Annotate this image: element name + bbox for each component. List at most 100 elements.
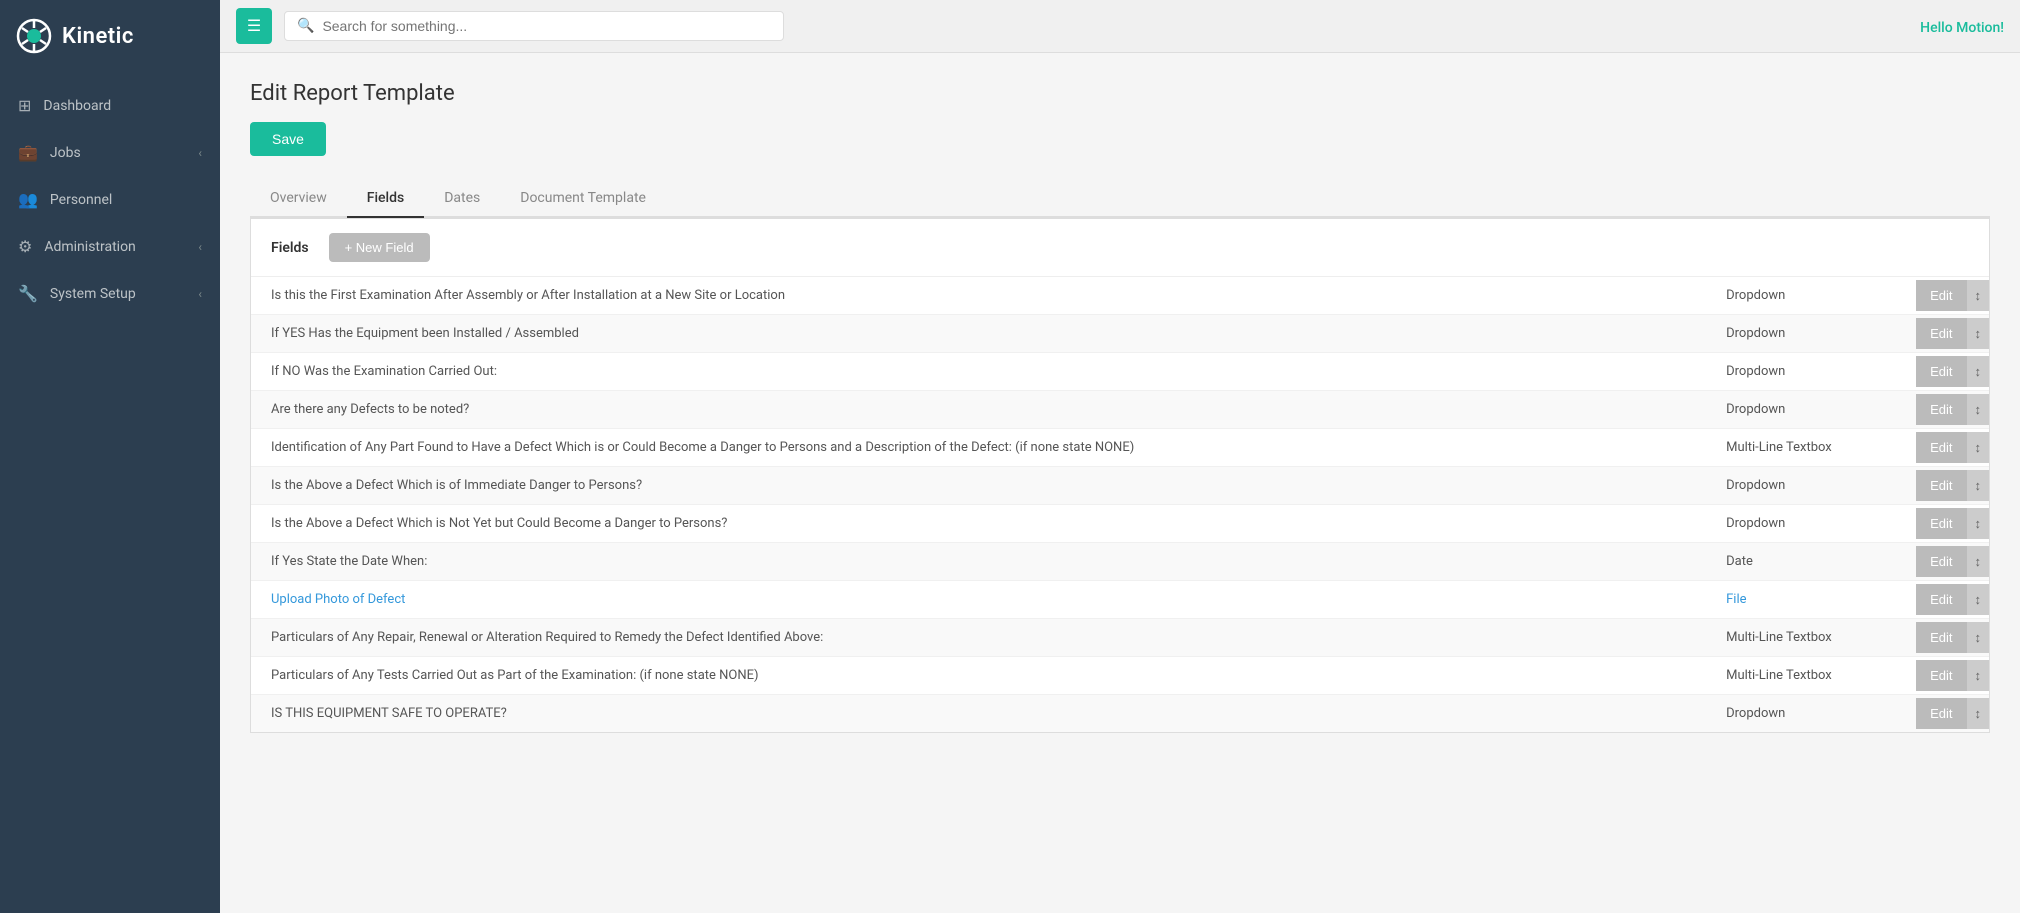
- field-type: Dropdown: [1716, 391, 1916, 428]
- sort-button[interactable]: ↕: [1967, 508, 1990, 539]
- field-type: Dropdown: [1716, 467, 1916, 504]
- edit-button[interactable]: Edit: [1916, 318, 1966, 349]
- fields-header: Fields + New Field: [251, 219, 1989, 277]
- sort-button[interactable]: ↕: [1967, 470, 1990, 501]
- sidebar-item-personnel[interactable]: 👥 Personnel: [0, 176, 220, 223]
- content: Edit Report Template Save Overview Field…: [220, 53, 2020, 913]
- table-row: If YES Has the Equipment been Installed …: [251, 315, 1989, 353]
- edit-button[interactable]: Edit: [1916, 546, 1966, 577]
- sidebar-item-label: System Setup: [50, 286, 186, 302]
- field-type: Dropdown: [1716, 315, 1916, 352]
- table-row: Identification of Any Part Found to Have…: [251, 429, 1989, 467]
- table-row: Is the Above a Defect Which is of Immedi…: [251, 467, 1989, 505]
- field-name: If NO Was the Examination Carried Out:: [251, 353, 1716, 390]
- field-name: IS THIS EQUIPMENT SAFE TO OPERATE?: [251, 695, 1716, 732]
- field-actions: Edit↕: [1916, 470, 1989, 501]
- save-button[interactable]: Save: [250, 122, 326, 156]
- tab-fields[interactable]: Fields: [347, 180, 424, 218]
- edit-button[interactable]: Edit: [1916, 394, 1966, 425]
- field-actions: Edit↕: [1916, 280, 1989, 311]
- field-actions: Edit↕: [1916, 318, 1989, 349]
- field-actions: Edit↕: [1916, 660, 1989, 691]
- table-row: Are there any Defects to be noted?Dropdo…: [251, 391, 1989, 429]
- field-name: Is the Above a Defect Which is of Immedi…: [251, 467, 1716, 504]
- search-bar: 🔍: [284, 11, 784, 41]
- field-type: Dropdown: [1716, 277, 1916, 314]
- chevron-icon: ‹: [198, 240, 202, 254]
- sidebar-item-label: Dashboard: [43, 98, 202, 114]
- field-actions: Edit↕: [1916, 508, 1989, 539]
- sidebar: Kinetic ⊞ Dashboard 💼 Jobs ‹ 👥 Personnel…: [0, 0, 220, 913]
- sidebar-item-administration[interactable]: ⚙ Administration ‹: [0, 223, 220, 270]
- tab-dates[interactable]: Dates: [424, 180, 500, 218]
- grid-icon: ⊞: [18, 96, 31, 115]
- field-name: Upload Photo of Defect: [251, 581, 1716, 618]
- table-row: If Yes State the Date When:DateEdit↕: [251, 543, 1989, 581]
- sort-button[interactable]: ↕: [1967, 546, 1990, 577]
- field-type: Date: [1716, 543, 1916, 580]
- field-actions: Edit↕: [1916, 432, 1989, 463]
- tabs: Overview Fields Dates Document Template: [250, 180, 1990, 218]
- new-field-button[interactable]: + New Field: [329, 233, 430, 262]
- edit-button[interactable]: Edit: [1916, 584, 1966, 615]
- settings-icon: ⚙: [18, 237, 32, 256]
- field-type: Dropdown: [1716, 505, 1916, 542]
- sort-button[interactable]: ↕: [1967, 432, 1990, 463]
- table-row: IS THIS EQUIPMENT SAFE TO OPERATE?Dropdo…: [251, 695, 1989, 732]
- page-title: Edit Report Template: [250, 81, 1990, 106]
- main-area: ☰ 🔍 Hello Motion! Edit Report Template S…: [220, 0, 2020, 913]
- field-name: Is this the First Examination After Asse…: [251, 277, 1716, 314]
- field-actions: Edit↕: [1916, 584, 1989, 615]
- app-name: Kinetic: [62, 24, 134, 49]
- field-name: Identification of Any Part Found to Have…: [251, 429, 1716, 466]
- tab-document-template[interactable]: Document Template: [500, 180, 666, 218]
- logo: Kinetic: [0, 0, 220, 72]
- edit-button[interactable]: Edit: [1916, 280, 1966, 311]
- sidebar-item-dashboard[interactable]: ⊞ Dashboard: [0, 82, 220, 129]
- logo-icon: [16, 18, 52, 54]
- sort-button[interactable]: ↕: [1967, 622, 1990, 653]
- edit-button[interactable]: Edit: [1916, 470, 1966, 501]
- table-row: Is the Above a Defect Which is Not Yet b…: [251, 505, 1989, 543]
- sort-button[interactable]: ↕: [1967, 698, 1990, 729]
- field-type: File: [1716, 581, 1916, 618]
- field-actions: Edit↕: [1916, 698, 1989, 729]
- topbar: ☰ 🔍 Hello Motion!: [220, 0, 2020, 53]
- fields-section-label: Fields: [271, 240, 309, 256]
- edit-button[interactable]: Edit: [1916, 660, 1966, 691]
- chevron-icon: ‹: [198, 287, 202, 301]
- tab-overview[interactable]: Overview: [250, 180, 347, 218]
- wrench-icon: 🔧: [18, 284, 38, 303]
- field-actions: Edit↕: [1916, 622, 1989, 653]
- field-name: If YES Has the Equipment been Installed …: [251, 315, 1716, 352]
- sidebar-item-label: Jobs: [50, 145, 186, 161]
- field-name: If Yes State the Date When:: [251, 543, 1716, 580]
- sort-button[interactable]: ↕: [1967, 660, 1990, 691]
- field-actions: Edit↕: [1916, 356, 1989, 387]
- edit-button[interactable]: Edit: [1916, 698, 1966, 729]
- edit-button[interactable]: Edit: [1916, 508, 1966, 539]
- sort-button[interactable]: ↕: [1967, 394, 1990, 425]
- field-name: Is the Above a Defect Which is Not Yet b…: [251, 505, 1716, 542]
- sidebar-item-jobs[interactable]: 💼 Jobs ‹: [0, 129, 220, 176]
- field-actions: Edit↕: [1916, 394, 1989, 425]
- edit-button[interactable]: Edit: [1916, 622, 1966, 653]
- edit-button[interactable]: Edit: [1916, 432, 1966, 463]
- sort-button[interactable]: ↕: [1967, 280, 1990, 311]
- table-section: Fields + New Field Is this the First Exa…: [250, 218, 1990, 733]
- sidebar-item-system-setup[interactable]: 🔧 System Setup ‹: [0, 270, 220, 317]
- sort-button[interactable]: ↕: [1967, 584, 1990, 615]
- field-type: Multi-Line Textbox: [1716, 619, 1916, 656]
- chevron-icon: ‹: [198, 146, 202, 160]
- sidebar-item-label: Personnel: [50, 192, 202, 208]
- field-name: Particulars of Any Tests Carried Out as …: [251, 657, 1716, 694]
- sort-button[interactable]: ↕: [1967, 318, 1990, 349]
- edit-button[interactable]: Edit: [1916, 356, 1966, 387]
- field-type: Multi-Line Textbox: [1716, 429, 1916, 466]
- menu-button[interactable]: ☰: [236, 8, 272, 44]
- search-icon: 🔍: [297, 18, 314, 34]
- greeting-text: Hello Motion!: [1920, 20, 2004, 36]
- fields-table: Is this the First Examination After Asse…: [251, 277, 1989, 732]
- sort-button[interactable]: ↕: [1967, 356, 1990, 387]
- search-input[interactable]: [322, 18, 771, 34]
